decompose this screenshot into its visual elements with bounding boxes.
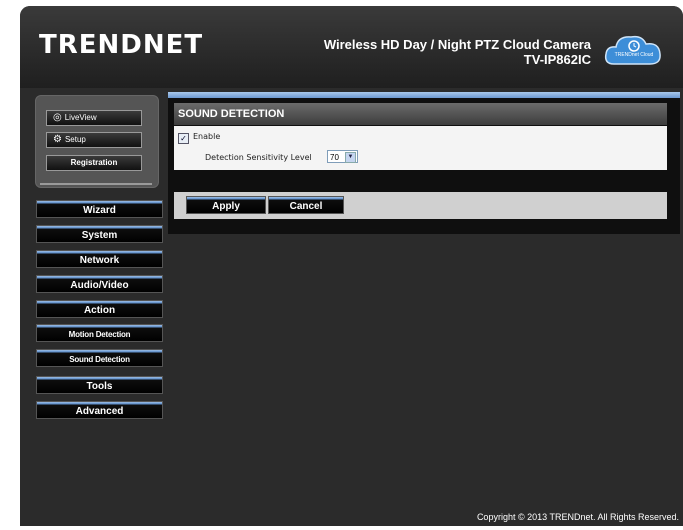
nav-motion-detection[interactable]: Motion Detection — [36, 324, 163, 342]
nav-wizard[interactable]: Wizard — [36, 200, 163, 218]
setup-label: Setup — [64, 135, 86, 144]
product-name: Wireless HD Day / Night PTZ Cloud Camera — [323, 37, 591, 52]
setup-button[interactable]: ⚙ Setup — [46, 132, 142, 148]
product-title: Wireless HD Day / Night PTZ Cloud Camera… — [324, 37, 591, 67]
section-title: SOUND DETECTION — [174, 103, 667, 125]
nav-system[interactable]: System — [36, 225, 163, 243]
product-model: TV-IP862IC — [523, 52, 591, 67]
settings-area — [174, 126, 667, 170]
nav-tools[interactable]: Tools — [36, 376, 163, 394]
nav-sound-detection[interactable]: Sound Detection — [36, 349, 163, 367]
cloud-icon[interactable] — [604, 32, 662, 66]
chevron-down-icon: ▼ — [345, 152, 356, 163]
nav-audio-video[interactable]: Audio/Video — [36, 275, 163, 293]
gear-icon: ⚙ — [53, 134, 62, 145]
registration-button[interactable]: Registration — [46, 155, 142, 171]
enable-label: Enable — [193, 132, 221, 141]
sensitivity-value: 70 — [330, 153, 339, 162]
liveview-button[interactable]: ◎ LiveView — [46, 110, 142, 126]
cloud-label: TRENDnet Cloud — [614, 52, 654, 58]
enable-checkbox[interactable]: ✓ — [178, 133, 189, 144]
nav-network[interactable]: Network — [36, 250, 163, 268]
brand-logo: TRENDNET — [39, 30, 204, 60]
sensitivity-label: Detection Sensitivity Level — [205, 153, 312, 162]
nav-advanced[interactable]: Advanced — [36, 401, 163, 419]
liveview-label: LiveView — [64, 113, 97, 122]
nav-action[interactable]: Action — [36, 300, 163, 318]
cancel-button[interactable]: Cancel — [268, 196, 344, 214]
registration-label: Registration — [70, 158, 118, 167]
copyright-text: Copyright © 2013 TRENDnet. All Rights Re… — [476, 512, 679, 522]
sidebar-divider — [40, 183, 152, 185]
apply-button[interactable]: Apply — [186, 196, 266, 214]
eye-icon: ◎ — [53, 112, 62, 123]
sensitivity-select[interactable]: 70 ▼ — [327, 150, 358, 163]
